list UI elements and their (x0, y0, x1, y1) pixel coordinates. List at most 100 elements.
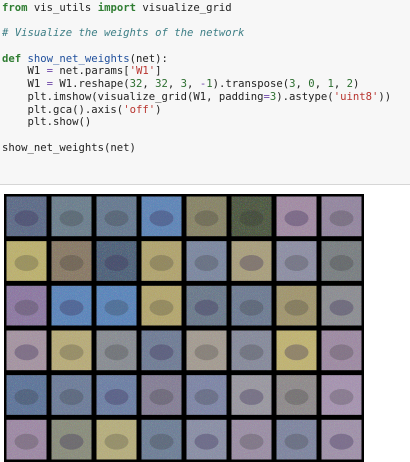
code-token: # Visualize the weights of the network (2, 27, 245, 40)
code-cell[interactable]: from vis_utils import visualize_grid # V… (0, 0, 410, 185)
code-token: 'W1' (129, 65, 156, 78)
weight-tile-blob (284, 299, 309, 316)
code-token: ) (353, 78, 360, 91)
weight-tile (51, 285, 92, 326)
weight-tile-blob (14, 344, 39, 361)
weight-tile (51, 196, 92, 237)
weight-tile (321, 375, 362, 415)
weight-tile-blob (59, 299, 84, 316)
code-line: # Visualize the weights of the network (2, 27, 408, 40)
weight-tile-blob (239, 255, 264, 271)
code-token: 'uint8' (333, 90, 379, 103)
weight-tile-blob (284, 210, 309, 227)
weight-tile (141, 241, 182, 281)
weight-tile (276, 375, 317, 415)
weight-tile (6, 285, 47, 326)
weight-tile (276, 419, 317, 460)
code-token: , (142, 78, 156, 91)
weight-tile-blob (149, 210, 174, 227)
weight-tile (51, 419, 92, 460)
code-token: W1 (2, 65, 47, 78)
weight-tile-blob (284, 433, 309, 450)
weight-tile-blob (59, 210, 84, 227)
weight-tile (276, 196, 317, 237)
weight-tile (231, 375, 272, 415)
code-token: visualize_grid (135, 2, 232, 14)
weight-tile (6, 375, 47, 415)
code-token: 32 (129, 78, 143, 91)
weight-tile-blob (104, 210, 129, 227)
weight-tile-blob (59, 433, 84, 450)
output-area (0, 185, 410, 462)
weight-tile (321, 285, 362, 326)
weight-tile (276, 241, 317, 281)
code-token: from (2, 2, 28, 14)
weight-tile-blob (149, 433, 174, 450)
weight-tile-blob (104, 344, 129, 361)
weight-tile (96, 241, 137, 281)
weight-tile (186, 241, 227, 281)
weight-tile (186, 196, 227, 237)
code-editor[interactable]: from vis_utils import visualize_grid # V… (2, 2, 408, 154)
weight-tile (276, 330, 317, 371)
weight-tile (321, 196, 362, 237)
weight-tile (96, 330, 137, 371)
weight-tile (96, 419, 137, 460)
code-token: ) (155, 103, 162, 116)
weight-tile-blob (149, 255, 174, 271)
weight-tile-blob (14, 389, 39, 405)
code-token: 'off' (123, 103, 156, 116)
weight-tile-blob (104, 433, 129, 450)
weight-tile (186, 419, 227, 460)
weight-tile-blob (194, 389, 219, 405)
weight-tile-blob (14, 255, 39, 271)
code-token: ] (155, 65, 162, 78)
weight-tile-blob (239, 389, 264, 405)
code-token: ).transpose( (212, 78, 290, 91)
code-token: , (314, 78, 328, 91)
weight-tile-blob (104, 389, 129, 405)
weight-tile-blob (194, 255, 219, 271)
weight-tile (141, 375, 182, 415)
weight-tile (231, 330, 272, 371)
code-line: W1 = net.params['W1'] (2, 65, 408, 78)
weight-tile-blob (194, 344, 219, 361)
weight-tile (96, 196, 137, 237)
weight-tile-blob (59, 389, 84, 405)
weight-tile-blob (14, 299, 39, 316)
weight-tile-blob (329, 299, 354, 316)
weight-tile-blob (329, 255, 354, 271)
weight-tile (6, 419, 47, 460)
weight-tile (321, 241, 362, 281)
weight-tile (231, 196, 272, 237)
code-token: show_net_weights(net) (2, 141, 136, 154)
weight-tile (321, 419, 362, 460)
weight-tile (51, 241, 92, 281)
weight-tile-blob (14, 210, 39, 227)
weight-tile (186, 285, 227, 326)
weight-tile-blob (329, 210, 354, 227)
weight-tile (321, 330, 362, 371)
weight-tile (6, 196, 47, 237)
weight-tile (51, 375, 92, 415)
weight-tile-blob (59, 344, 84, 361)
weight-tile-blob (149, 389, 174, 405)
weight-tile (186, 330, 227, 371)
code-token: W1.reshape( (53, 78, 130, 91)
weight-tile (51, 330, 92, 371)
weight-tile (6, 241, 47, 281)
weight-tile-blob (149, 344, 174, 361)
weight-tile-blob (239, 210, 264, 227)
weight-tile-blob (329, 389, 354, 405)
weight-tile-blob (239, 433, 264, 450)
code-line: plt.imshow(visualize_grid(W1, padding=3)… (2, 91, 408, 104)
weight-tile (141, 330, 182, 371)
weight-tile (141, 285, 182, 326)
weight-tile-blob (239, 344, 264, 361)
code-line: show_net_weights(net) (2, 142, 408, 155)
weight-tile-blob (329, 433, 354, 450)
weight-tile (186, 375, 227, 415)
weight-tile-blob (194, 433, 219, 450)
